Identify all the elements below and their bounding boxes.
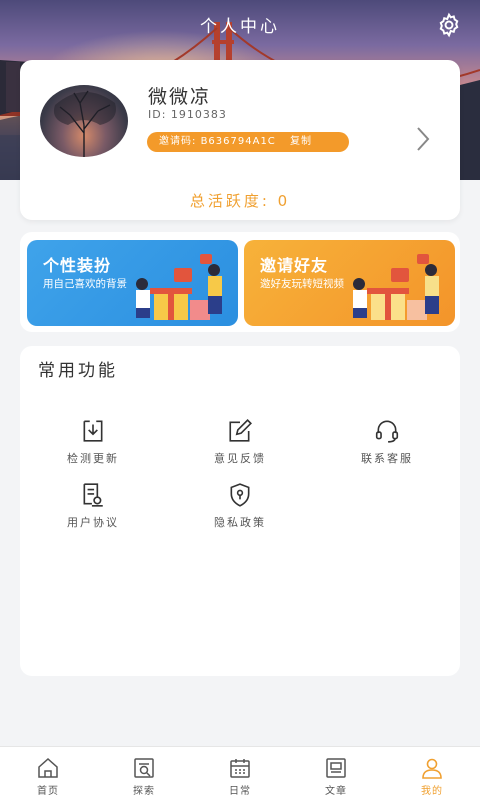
promo-invite-title: 邀请好友 — [260, 256, 329, 275]
promo-personalize-button[interactable]: 个性装扮 用自己喜欢的背景 — [27, 240, 238, 326]
function-label: 检测更新 — [67, 452, 119, 465]
nickname: 微微凉 — [148, 86, 212, 108]
promo-personalize-title: 个性装扮 — [43, 256, 112, 275]
tab-daily[interactable]: 日常 — [210, 757, 270, 797]
user-agreement-button[interactable]: 用户协议 — [38, 482, 148, 532]
tab-label: 首页 — [37, 786, 59, 797]
download-icon — [83, 420, 103, 442]
privacy-policy-button[interactable]: 隐私政策 — [185, 482, 295, 532]
common-functions-card: 常用功能 检测更新 意见反馈 联系客服 用户协议 隐私政策 — [20, 346, 460, 676]
function-label: 用户协议 — [67, 516, 119, 529]
promo-invite-subtitle: 邀好友玩转短视频 — [260, 278, 344, 290]
article-icon — [326, 758, 346, 778]
function-label: 联系客服 — [361, 452, 413, 465]
home-icon — [38, 757, 58, 778]
invite-code-label: 邀请码: — [159, 136, 197, 147]
promo-section: 个性装扮 用自己喜欢的背景 邀请好友 邀好友玩转短视频 — [20, 232, 460, 332]
edit-icon — [229, 419, 252, 442]
profile-card: 微微凉 ID: 1910383 邀请码: B636794A1C 复制 总活跃度:… — [20, 60, 460, 220]
function-label: 隐私政策 — [214, 516, 266, 529]
agreement-icon — [83, 483, 103, 507]
tab-label: 探索 — [133, 786, 155, 797]
calendar-icon — [230, 759, 250, 778]
page-title: 个人中心 — [200, 17, 280, 37]
shield-lock-icon — [230, 483, 250, 507]
promo-personalize-subtitle: 用自己喜欢的背景 — [43, 278, 127, 290]
user-icon — [422, 758, 442, 779]
section-title: 常用功能 — [38, 361, 118, 381]
tab-label: 日常 — [229, 786, 251, 797]
gear-icon[interactable] — [436, 12, 462, 38]
tab-explore[interactable]: 探索 — [114, 757, 174, 797]
gift-illustration-icon — [136, 254, 222, 320]
check-update-button[interactable]: 检测更新 — [38, 418, 148, 468]
promo-invite-button[interactable]: 邀请好友 邀好友玩转短视频 — [244, 240, 455, 326]
explore-icon — [134, 758, 154, 778]
customer-service-button[interactable]: 联系客服 — [332, 418, 442, 468]
tab-home[interactable]: 首页 — [18, 757, 78, 797]
invite-code-badge: 邀请码: B636794A1C 复制 — [147, 132, 349, 152]
copy-button[interactable]: 复制 — [290, 136, 312, 147]
activity-total: 总活跃度: 0 — [189, 192, 291, 210]
headset-icon — [375, 420, 399, 443]
invite-code-value: B636794A1C — [200, 136, 276, 147]
avatar-tree-image — [53, 90, 116, 157]
user-id: ID: 1910383 — [148, 108, 227, 121]
tab-label: 文章 — [325, 786, 347, 797]
tab-articles[interactable]: 文章 — [306, 757, 366, 797]
feedback-button[interactable]: 意见反馈 — [185, 418, 295, 468]
function-label: 意见反馈 — [214, 452, 266, 465]
tab-label: 我的 — [421, 786, 443, 797]
gift-illustration-icon — [353, 254, 439, 320]
chevron-right-icon[interactable] — [416, 126, 430, 152]
tab-mine[interactable]: 我的 — [402, 757, 462, 797]
avatar[interactable] — [40, 85, 128, 157]
bottom-tab-bar: 首页 探索 日常 文章 我的 — [0, 746, 480, 800]
